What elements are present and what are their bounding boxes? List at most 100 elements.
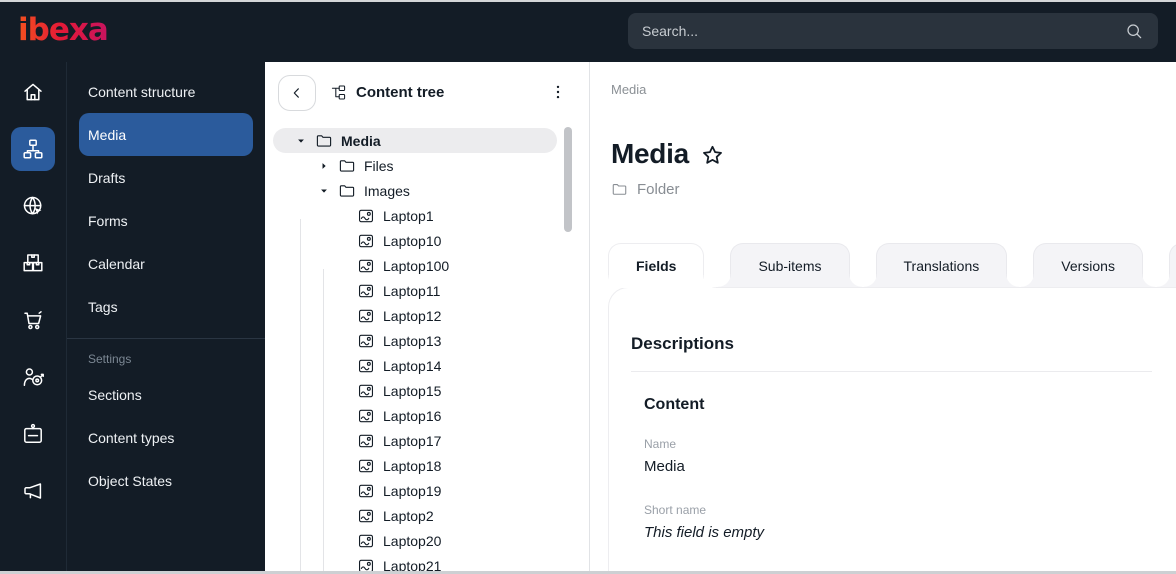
image-icon: [357, 407, 375, 425]
content-tree-header: Content tree: [330, 62, 444, 122]
page-title: Media: [611, 138, 689, 169]
tab-versions[interactable]: Versions: [1021, 243, 1155, 287]
folder-icon: [338, 157, 356, 175]
star-icon[interactable]: [700, 143, 725, 168]
tree-row[interactable]: Laptop13: [273, 328, 557, 353]
image-icon: [357, 332, 375, 350]
kebab-menu-icon: [549, 83, 567, 101]
rail-item-personalization[interactable]: [11, 355, 55, 399]
menu-item-label: Object States: [88, 472, 173, 489]
sidebar-menu: Content structure Media Drafts Forms Calenda…: [67, 62, 265, 574]
ibexa-logo[interactable]: ibexa: [18, 12, 109, 48]
content-tree-icon: [330, 84, 347, 101]
ibexa-admin-app: ibexa Content structureMediaDraftsFormsC…: [0, 0, 1176, 574]
rail-item-dashboard[interactable]: [11, 70, 55, 114]
image-icon: [357, 207, 375, 225]
tree-row[interactable]: Files: [273, 153, 557, 178]
tree-row[interactable]: Laptop18: [273, 453, 557, 478]
top-bar: ibexa: [0, 0, 1176, 62]
field-value: This field is empty: [644, 524, 765, 541]
menu-item-label: Content structure: [88, 83, 196, 100]
folder-icon: [315, 132, 333, 150]
tree-row[interactable]: Laptop16: [273, 403, 557, 428]
tab-fields[interactable]: Fields: [595, 243, 717, 288]
image-icon: [357, 282, 375, 300]
collapse-tree-button[interactable]: [278, 75, 316, 111]
tree-row[interactable]: Laptop19: [273, 478, 557, 503]
sidebar-item-forms[interactable]: Forms: [79, 199, 253, 242]
window-edge-top: [0, 0, 1176, 2]
tab-label: Fields: [636, 258, 677, 274]
sidebar-item-drafts[interactable]: Drafts: [79, 156, 253, 199]
tree-row[interactable]: Laptop1: [273, 203, 557, 228]
tree-row[interactable]: Laptop11: [273, 278, 557, 303]
sidebar-item-tags[interactable]: Tags: [79, 285, 253, 328]
search-icon[interactable]: [1124, 21, 1144, 41]
menu-divider: [67, 338, 265, 339]
tab-sub-items[interactable]: Sub-items: [718, 243, 862, 287]
search-input[interactable]: [642, 23, 1124, 39]
tree-row[interactable]: Laptop14: [273, 353, 557, 378]
rail-item-users[interactable]: [11, 412, 55, 456]
sidebar-item-media[interactable]: Media: [79, 113, 253, 156]
tree-row[interactable]: Laptop10: [273, 228, 557, 253]
caret-down-icon[interactable]: [318, 185, 330, 197]
global-search: [628, 13, 1158, 49]
tree-item-label: Images: [364, 182, 410, 199]
tree-row[interactable]: Images: [273, 178, 557, 203]
tree-options-button[interactable]: [549, 83, 567, 101]
id-badge-icon: [21, 422, 45, 446]
tab-translations[interactable]: Translations: [863, 243, 1019, 287]
icon-rail: [0, 62, 67, 574]
tree-row[interactable]: Laptop17: [273, 428, 557, 453]
rail-item-site[interactable]: [11, 184, 55, 228]
caret-down-icon[interactable]: [295, 135, 307, 147]
content-type-label: Folder: [637, 181, 680, 198]
tree-item-label: Laptop14: [383, 357, 442, 374]
sidebar-item-sections[interactable]: Sections: [79, 373, 253, 416]
folder-icon: [611, 181, 628, 198]
menu-item-label: Content types: [88, 429, 175, 446]
field-list: Name Media Short name This field is empty: [644, 437, 1152, 541]
tree-item-label: Files: [364, 157, 394, 174]
caret-right-icon[interactable]: [318, 160, 330, 172]
field-label: Short name: [644, 503, 707, 517]
image-icon: [357, 382, 375, 400]
image-icon: [357, 307, 375, 325]
tree-row[interactable]: Laptop15: [273, 378, 557, 403]
sidebar-item-calendar[interactable]: Calendar: [79, 242, 253, 285]
field-name: Name Media: [644, 437, 1152, 475]
tree-row[interactable]: Laptop100: [273, 253, 557, 278]
rail-item-marketing[interactable]: [11, 469, 55, 513]
tree-scrollbar-thumb[interactable]: [564, 127, 572, 232]
image-icon: [357, 232, 375, 250]
tree-row[interactable]: Laptop12: [273, 303, 557, 328]
image-icon: [357, 357, 375, 375]
section-divider: [631, 371, 1152, 372]
settings-list: Sections Content types Object States: [67, 373, 265, 502]
image-icon: [357, 257, 375, 275]
image-icon: [357, 457, 375, 475]
menu-item-label: Calendar: [88, 255, 145, 272]
home-icon: [21, 80, 45, 104]
rail-item-products[interactable]: [11, 241, 55, 285]
field-label: Name: [644, 437, 677, 451]
tab-bar: Fields Sub-items Translations Versions Locat…: [595, 243, 1176, 288]
sidebar-item-content-structure[interactable]: Content structure: [79, 70, 253, 113]
breadcrumb[interactable]: Media: [611, 82, 646, 97]
tree-row[interactable]: Laptop2: [273, 503, 557, 528]
menu-item-label: Drafts: [88, 169, 126, 186]
image-icon: [357, 482, 375, 500]
field-group: Content Name Media Short name This field is…: [644, 396, 1152, 541]
tree-row[interactable]: Laptop20: [273, 528, 557, 553]
rail-item-commerce[interactable]: [11, 298, 55, 342]
tree-row[interactable]: Media: [273, 128, 557, 153]
sidebar-item-object-states[interactable]: Object States: [79, 459, 253, 502]
tree-item-label: Laptop16: [383, 407, 442, 424]
rail-item-content[interactable]: [11, 127, 55, 171]
sidebar-item-content-types[interactable]: Content types: [79, 416, 253, 459]
image-icon: [357, 532, 375, 550]
tab-locations[interactable]: Locations: [1156, 243, 1176, 287]
menu-item-label: Tags: [88, 298, 118, 315]
tree-item-label: Laptop18: [383, 457, 442, 474]
